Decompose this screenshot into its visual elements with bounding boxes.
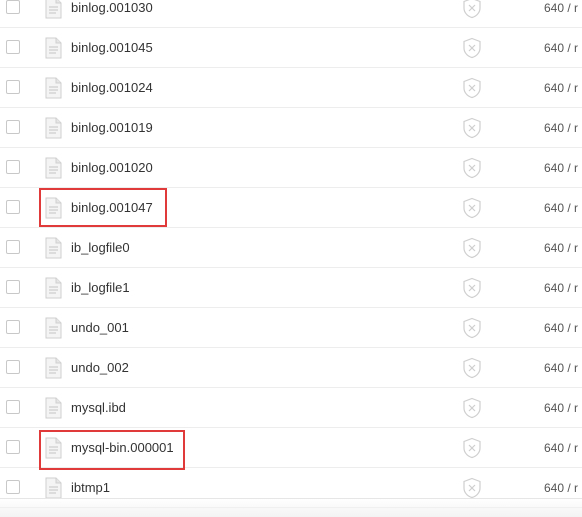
file-icon [45, 0, 62, 19]
row-checkbox[interactable] [6, 400, 20, 414]
row-checkbox[interactable] [6, 160, 20, 174]
file-row[interactable]: ib_logfile1 640 / r [0, 268, 582, 308]
shield-x-icon[interactable] [462, 117, 482, 139]
highlight-box-mysql-bin-000001 [39, 430, 185, 470]
file-name-link[interactable]: mysql.ibd [71, 399, 126, 417]
permission-text[interactable]: 640 / r [544, 319, 578, 337]
permission-text[interactable]: 640 / r [544, 39, 578, 57]
file-name-link[interactable]: ibtmp1 [71, 479, 110, 497]
shield-x-icon[interactable] [462, 437, 482, 459]
row-checkbox[interactable] [6, 320, 20, 334]
shield-x-icon[interactable] [462, 317, 482, 339]
row-checkbox[interactable] [6, 40, 20, 54]
row-checkbox[interactable] [6, 200, 20, 214]
permission-text[interactable]: 640 / r [544, 159, 578, 177]
permission-text[interactable]: 640 / r [544, 79, 578, 97]
file-row[interactable]: binlog.001045 640 / r [0, 28, 582, 68]
shield-x-icon[interactable] [462, 157, 482, 179]
file-row[interactable]: undo_002 640 / r [0, 348, 582, 388]
row-checkbox[interactable] [6, 440, 20, 454]
file-name-link[interactable]: binlog.001024 [71, 79, 153, 97]
file-name-link[interactable]: undo_002 [71, 359, 129, 377]
file-icon [45, 237, 62, 259]
file-name-link[interactable]: undo_001 [71, 319, 129, 337]
file-icon [45, 37, 62, 59]
file-icon [45, 277, 62, 299]
file-row[interactable]: binlog.001019 640 / r [0, 108, 582, 148]
shield-x-icon[interactable] [462, 77, 482, 99]
shield-x-icon[interactable] [462, 357, 482, 379]
file-icon [45, 117, 62, 139]
permission-text[interactable]: 640 / r [544, 399, 578, 417]
row-checkbox[interactable] [6, 80, 20, 94]
file-row[interactable]: mysql.ibd 640 / r [0, 388, 582, 428]
permission-text[interactable]: 640 / r [544, 0, 578, 17]
permission-text[interactable]: 640 / r [544, 479, 578, 497]
row-checkbox[interactable] [6, 280, 20, 294]
highlight-box-binlog-001047 [39, 188, 167, 227]
row-checkbox[interactable] [6, 120, 20, 134]
file-name-link[interactable]: binlog.001020 [71, 159, 153, 177]
file-row[interactable]: binlog.001024 640 / r [0, 68, 582, 108]
file-row[interactable]: undo_001 640 / r [0, 308, 582, 348]
file-name-link[interactable]: binlog.001045 [71, 39, 153, 57]
file-icon [45, 157, 62, 179]
shield-x-icon[interactable] [462, 477, 482, 499]
permission-text[interactable]: 640 / r [544, 279, 578, 297]
file-icon [45, 357, 62, 379]
row-checkbox[interactable] [6, 0, 20, 14]
file-row[interactable]: ib_logfile0 640 / r [0, 228, 582, 268]
row-checkbox[interactable] [6, 480, 20, 494]
shield-x-icon[interactable] [462, 37, 482, 59]
row-checkbox[interactable] [6, 360, 20, 374]
file-name-link[interactable]: ib_logfile0 [71, 239, 130, 257]
scroll-edge [0, 498, 582, 517]
permission-text[interactable]: 640 / r [544, 119, 578, 137]
permission-text[interactable]: 640 / r [544, 439, 578, 457]
file-name-link[interactable]: binlog.001030 [71, 0, 153, 17]
file-icon [45, 77, 62, 99]
file-icon [45, 477, 62, 499]
row-checkbox[interactable] [6, 240, 20, 254]
file-icon [45, 317, 62, 339]
permission-text[interactable]: 640 / r [544, 359, 578, 377]
shield-x-icon[interactable] [462, 237, 482, 259]
shield-x-icon[interactable] [462, 0, 482, 19]
file-name-link[interactable]: binlog.001019 [71, 119, 153, 137]
file-icon [45, 397, 62, 419]
shield-x-icon[interactable] [462, 397, 482, 419]
permission-text[interactable]: 640 / r [544, 199, 578, 217]
file-row[interactable]: binlog.001020 640 / r [0, 148, 582, 188]
shield-x-icon[interactable] [462, 277, 482, 299]
file-name-link[interactable]: ib_logfile1 [71, 279, 130, 297]
shield-x-icon[interactable] [462, 197, 482, 219]
permission-text[interactable]: 640 / r [544, 239, 578, 257]
file-row[interactable]: binlog.001030 640 / r [0, 0, 582, 28]
